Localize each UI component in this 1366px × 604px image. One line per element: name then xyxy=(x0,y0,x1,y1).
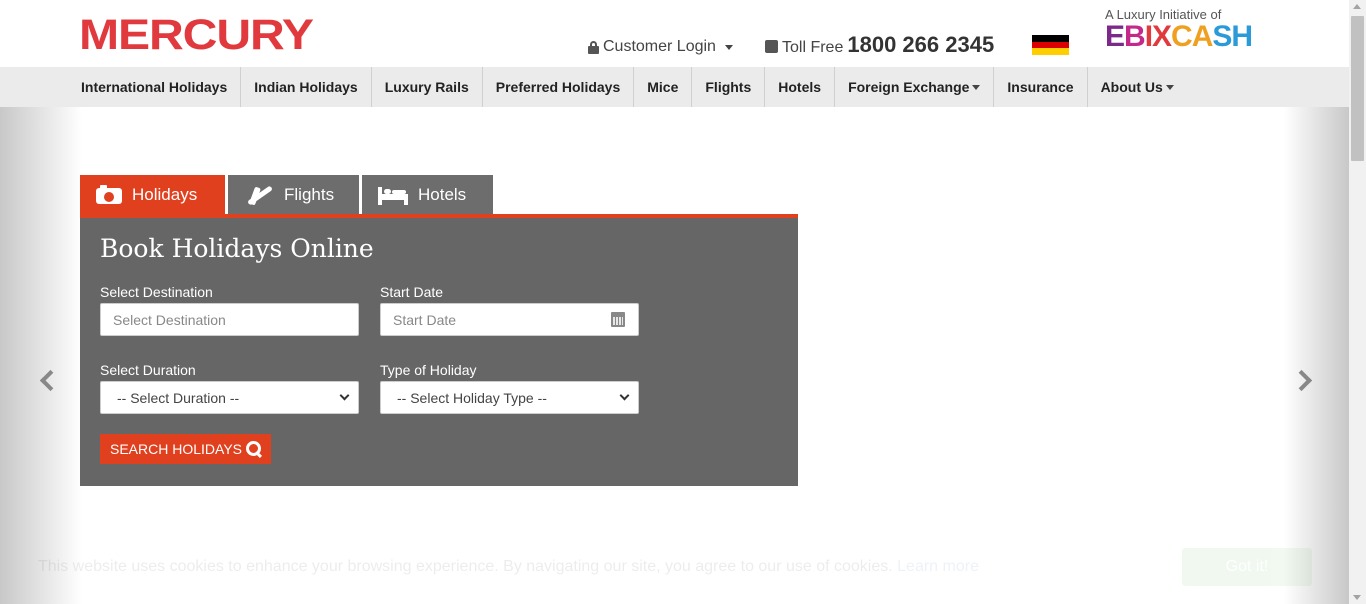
customer-login-label: Customer Login xyxy=(603,38,716,55)
nav-item-international-holidays[interactable]: International Holidays xyxy=(68,67,242,107)
holiday-type-label: Type of Holiday xyxy=(380,362,477,378)
slider-shade-right xyxy=(1284,107,1349,604)
tab-holidays[interactable]: Holidays xyxy=(80,175,225,214)
cookie-accept-button[interactable]: Got it! xyxy=(1182,548,1312,586)
holiday-type-select[interactable]: -- Select Holiday Type -- xyxy=(380,381,639,414)
chevron-down-icon xyxy=(619,390,630,401)
panel-title: Book Holidays Online xyxy=(100,234,374,263)
tab-flights[interactable]: Flights xyxy=(228,175,359,214)
scroll-down-arrow-icon[interactable] xyxy=(1353,595,1361,600)
nav-item-hotels[interactable]: Hotels xyxy=(765,67,836,107)
cookie-learn-more-link[interactable]: Learn more xyxy=(897,558,979,575)
germany-flag-icon[interactable] xyxy=(1032,35,1069,56)
scroll-up-arrow-icon[interactable] xyxy=(1353,4,1361,9)
site-header: MERCURY Customer Login Toll Free 1800 26… xyxy=(0,0,1349,67)
nav-item-indian-holidays[interactable]: Indian Holidays xyxy=(241,67,372,107)
toll-free-label: Toll Free xyxy=(782,39,844,56)
duration-select-value: -- Select Duration -- xyxy=(117,389,240,406)
search-holidays-label: SEARCH HOLIDAYS xyxy=(110,441,242,457)
search-icon xyxy=(246,441,262,457)
nav-item-insurance[interactable]: Insurance xyxy=(994,67,1088,107)
tab-holidays-label: Holidays xyxy=(132,184,198,204)
chevron-down-icon xyxy=(1165,84,1174,90)
duration-label: Select Duration xyxy=(100,362,196,378)
plane-icon xyxy=(244,183,274,207)
nav-item-foreign-exchange[interactable]: Foreign Exchange xyxy=(835,67,995,107)
holiday-type-select-value: -- Select Holiday Type -- xyxy=(397,389,547,406)
start-date-placeholder: Start Date xyxy=(393,311,457,328)
booking-tabs: Holidays Flights Hotels xyxy=(80,175,493,214)
nav-item-about-us-label: About Us xyxy=(1100,79,1163,95)
cookie-notice: This website uses cookies to enhance you… xyxy=(0,548,1349,588)
tab-hotels-label: Hotels xyxy=(418,184,467,204)
start-date-label: Start Date xyxy=(380,284,444,300)
chevron-down-icon xyxy=(724,44,733,50)
chevron-down-icon xyxy=(972,84,981,90)
scroll-thumb[interactable] xyxy=(1351,16,1364,161)
camera-icon xyxy=(96,185,122,204)
tab-flights-label: Flights xyxy=(284,184,335,204)
nav-item-mice[interactable]: Mice xyxy=(634,67,693,107)
destination-label: Select Destination xyxy=(100,284,213,300)
slider-shade-left xyxy=(0,107,82,604)
cookie-text: This website uses cookies to enhance you… xyxy=(38,558,979,575)
nav-item-about-us[interactable]: About Us xyxy=(1088,67,1187,107)
ebixcash-logo[interactable]: EBIXCASH xyxy=(1105,22,1253,52)
calendar-icon[interactable] xyxy=(611,312,625,327)
bed-icon xyxy=(378,185,408,205)
mercury-logo[interactable]: MERCURY xyxy=(79,14,314,57)
slider-next-arrow-icon[interactable] xyxy=(1293,369,1315,391)
duration-select[interactable]: -- Select Duration -- xyxy=(100,381,359,414)
phone-icon xyxy=(765,40,778,53)
main-nav: International Holidays Indian Holidays L… xyxy=(0,67,1349,107)
page-scrollbar[interactable] xyxy=(1349,0,1366,604)
lock-icon xyxy=(588,40,599,54)
nav-item-preferred-holidays[interactable]: Preferred Holidays xyxy=(483,67,635,107)
nav-item-luxury-rails[interactable]: Luxury Rails xyxy=(372,67,483,107)
nav-item-foreign-exchange-label: Foreign Exchange xyxy=(848,79,970,95)
chevron-down-icon xyxy=(339,390,350,401)
slider-prev-arrow-icon[interactable] xyxy=(35,369,57,391)
destination-input[interactable]: Select Destination xyxy=(100,303,359,336)
tab-hotels[interactable]: Hotels xyxy=(362,175,493,214)
toll-free-number[interactable]: 1800 266 2345 xyxy=(847,32,994,58)
start-date-input[interactable]: Start Date xyxy=(380,303,639,336)
customer-login-button[interactable]: Customer Login xyxy=(588,38,733,56)
booking-panel: Book Holidays Online Select Destination … xyxy=(80,214,798,486)
toll-free-contact: Toll Free 1800 266 2345 xyxy=(765,32,994,58)
search-holidays-button[interactable]: SEARCH HOLIDAYS xyxy=(100,434,271,464)
nav-item-flights[interactable]: Flights xyxy=(692,67,766,107)
